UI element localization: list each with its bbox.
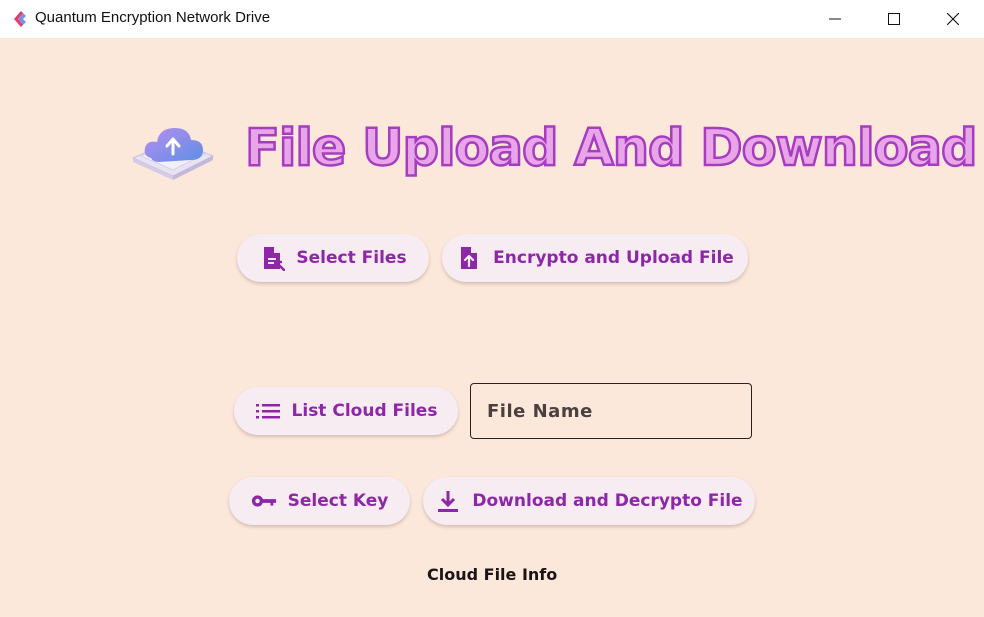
- minimize-icon: [829, 18, 841, 20]
- page-title: File Upload And Download: [244, 118, 979, 180]
- key-icon: [251, 488, 277, 514]
- select-files-label: Select Files: [296, 248, 407, 268]
- list-cloud-files-button[interactable]: List Cloud Files: [234, 387, 458, 435]
- file-select-icon: [259, 245, 286, 271]
- file-name-placeholder: File Name: [487, 400, 593, 422]
- select-files-button[interactable]: Select Files: [237, 234, 429, 282]
- download-icon: [435, 488, 461, 514]
- app-logo-icon: [14, 11, 26, 27]
- title-bar: Quantum Encryption Network Drive: [0, 0, 984, 38]
- close-icon: [947, 13, 959, 25]
- list-cloud-files-label: List Cloud Files: [291, 401, 438, 421]
- file-upload-icon: [456, 245, 482, 271]
- close-button[interactable]: [924, 0, 982, 38]
- maximize-button[interactable]: [865, 0, 923, 38]
- file-name-field[interactable]: File Name: [470, 383, 752, 439]
- select-key-button[interactable]: Select Key: [229, 477, 410, 525]
- download-decrypt-label: Download and Decrypto File: [472, 491, 743, 511]
- select-key-label: Select Key: [287, 491, 389, 511]
- list-icon: [255, 398, 281, 424]
- minimize-button[interactable]: [806, 0, 864, 38]
- encrypt-upload-button[interactable]: Encrypto and Upload File: [442, 234, 748, 282]
- cloud-upload-icon: [131, 128, 215, 180]
- maximize-icon: [888, 13, 900, 25]
- main-panel: File Upload And Download Select Files En…: [1, 38, 983, 616]
- window-title: Quantum Encryption Network Drive: [35, 9, 271, 26]
- cloud-file-info: Cloud File Info: [427, 565, 558, 584]
- encrypt-upload-label: Encrypto and Upload File: [493, 248, 734, 268]
- download-decrypt-button[interactable]: Download and Decrypto File: [423, 477, 755, 525]
